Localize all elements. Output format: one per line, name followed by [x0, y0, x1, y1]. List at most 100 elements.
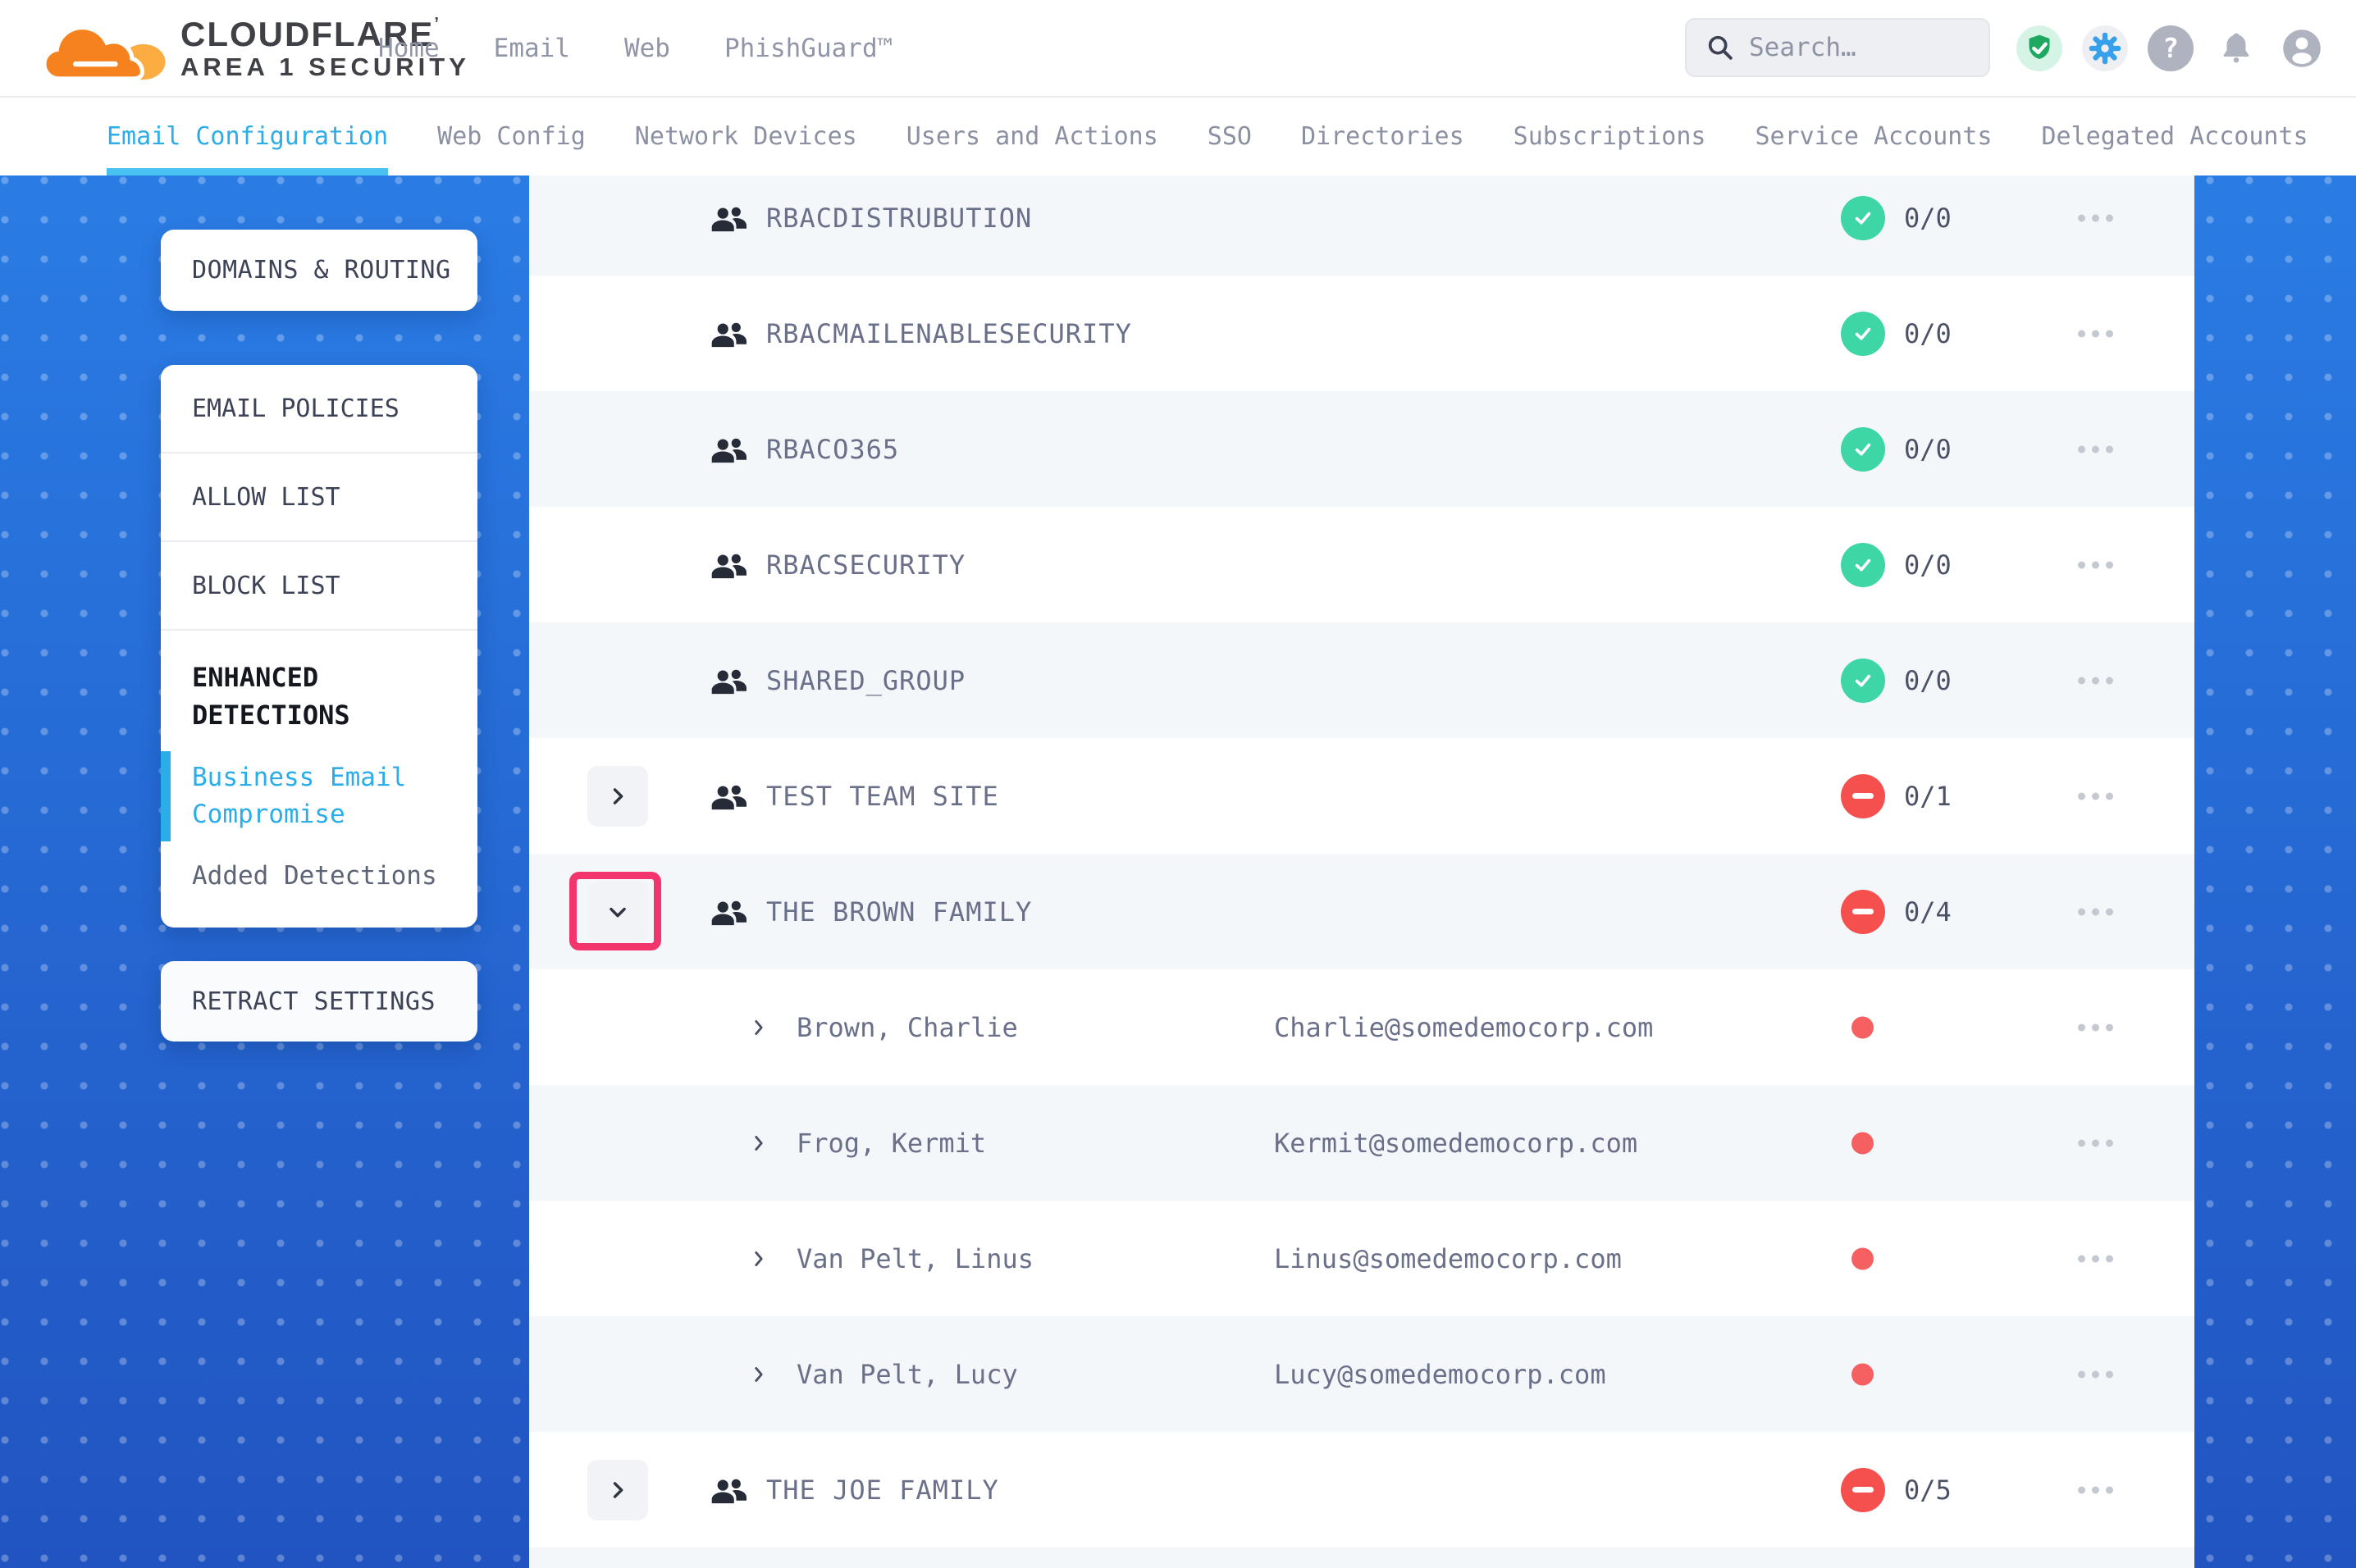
- status-badge: [1841, 427, 1885, 472]
- tab-subscriptions[interactable]: Subscriptions: [1514, 98, 1706, 175]
- bell-icon[interactable]: [2213, 25, 2259, 71]
- help-icon[interactable]: ?: [2148, 25, 2194, 71]
- status-badge: [1841, 543, 1885, 587]
- group-name: RBACMAILENABLESECURITY: [766, 318, 1132, 349]
- sidebar-item-retract-settings[interactable]: RETRACT SETTINGS: [161, 961, 477, 1042]
- table-row-group[interactable]: RBACSECURITY 0/0: [529, 507, 2194, 622]
- member-name: Brown, Charlie: [797, 1012, 1018, 1043]
- group-name: RBACDISTRUBUTION: [766, 203, 1032, 234]
- row-menu-button[interactable]: [2070, 1478, 2121, 1502]
- row-menu-button[interactable]: [2070, 668, 2121, 692]
- table-row-member[interactable]: Van Pelt, Lucy Lucy@somedemocorp.com: [529, 1316, 2194, 1432]
- member-count: 0/0: [1904, 665, 1952, 696]
- tab-service-accounts[interactable]: Service Accounts: [1755, 98, 1992, 175]
- chevron-right-icon[interactable]: [748, 1364, 769, 1385]
- group-name: TEST TEAM SITE: [766, 781, 999, 812]
- group-people-icon: [710, 320, 747, 348]
- row-menu-button[interactable]: [2070, 437, 2121, 461]
- group-name: SHARED_GROUP: [766, 665, 966, 696]
- table-row-group[interactable]: RBACO365 0/0: [529, 391, 2194, 507]
- group-name: THE JOE FAMILY: [766, 1475, 999, 1506]
- tab-web-config[interactable]: Web Config: [437, 98, 586, 175]
- row-menu-button[interactable]: [2070, 1247, 2121, 1270]
- row-menu-button[interactable]: [2070, 900, 2121, 923]
- member-count: 0/5: [1904, 1475, 1952, 1506]
- tab-users-and-actions[interactable]: Users and Actions: [906, 98, 1158, 175]
- minus-icon: [1852, 793, 1874, 799]
- user-avatar-icon[interactable]: [2279, 25, 2325, 71]
- search-input[interactable]: [1749, 33, 1988, 62]
- table-row-group[interactable]: RBACMAILENABLESECURITY 0/0: [529, 276, 2194, 391]
- sidebar-item-block-list[interactable]: BLOCK LIST: [161, 542, 477, 631]
- tab-sso[interactable]: SSO: [1208, 98, 1252, 175]
- sidebar-item-allow-list[interactable]: ALLOW LIST: [161, 454, 477, 542]
- row-menu-button[interactable]: [2070, 553, 2121, 577]
- tab-directories[interactable]: Directories: [1301, 98, 1464, 175]
- flag-dot: [1851, 1132, 1874, 1154]
- member-count: 0/0: [1904, 549, 1952, 581]
- primary-nav-link[interactable]: PhishGuard™: [724, 34, 893, 63]
- enhanced-detections-header: ENHANCED DETECTIONS: [192, 659, 446, 735]
- chevron-right-icon: [605, 784, 630, 809]
- status-badge: [1841, 890, 1885, 934]
- tab-network-devices[interactable]: Network Devices: [635, 98, 857, 175]
- member-count: 0/0: [1904, 203, 1952, 234]
- primary-nav-link[interactable]: Email: [494, 34, 570, 63]
- groups-table: RBACDISTRUBUTION 0/0 RBACMAILENABLESECUR…: [529, 175, 2194, 1547]
- row-menu-button[interactable]: [2070, 1362, 2121, 1386]
- primary-nav-link[interactable]: Home: [378, 34, 440, 63]
- check-icon: [1850, 668, 1876, 694]
- member-count: 0/0: [1904, 434, 1952, 465]
- status-badge: [1841, 312, 1885, 356]
- sidebar-item-added-detections[interactable]: Added Detections: [192, 858, 446, 895]
- primary-nav-link[interactable]: Web: [624, 34, 670, 63]
- table-row-member[interactable]: Brown, Charlie Charlie@somedemocorp.com: [529, 969, 2194, 1085]
- flag-dot: [1851, 1247, 1874, 1269]
- group-name: RBACSECURITY: [766, 549, 966, 581]
- member-email: Linus@somedemocorp.com: [1274, 1243, 1622, 1274]
- table-row-member[interactable]: Frog, Kermit Kermit@somedemocorp.com: [529, 1085, 2194, 1201]
- row-menu-button[interactable]: [2070, 1131, 2121, 1155]
- chevron-right-icon[interactable]: [748, 1133, 769, 1154]
- check-icon: [1850, 436, 1876, 463]
- expand-toggle-button[interactable]: [587, 766, 648, 827]
- table-row-group[interactable]: SHARED_GROUP 0/0: [529, 622, 2194, 738]
- content-area: DOMAINS & ROUTING EMAIL POLICIESALLOW LI…: [0, 175, 2356, 1568]
- table-row-member[interactable]: Van Pelt, Linus Linus@somedemocorp.com: [529, 1201, 2194, 1316]
- row-menu-button[interactable]: [2070, 784, 2121, 808]
- search-box[interactable]: [1685, 18, 1990, 77]
- chevron-right-icon[interactable]: [748, 1017, 769, 1038]
- shield-check-icon[interactable]: [2016, 25, 2062, 71]
- table-row-group[interactable]: THE BROWN FAMILY 0/4: [529, 854, 2194, 969]
- check-icon: [1850, 552, 1876, 578]
- table-row-group[interactable]: TEST TEAM SITE 0/1: [529, 738, 2194, 854]
- minus-icon: [1852, 909, 1874, 914]
- row-menu-button[interactable]: [2070, 1015, 2121, 1039]
- check-icon: [1850, 321, 1876, 347]
- section-tabs: Email Configuration Web Config Network Dev…: [0, 96, 2356, 175]
- group-name: RBACO365: [766, 434, 899, 465]
- expand-toggle-button[interactable]: [587, 1460, 648, 1520]
- sidebar-item-domains-routing[interactable]: DOMAINS & ROUTING: [161, 230, 477, 311]
- sidebar-label: RETRACT SETTINGS: [192, 987, 436, 1016]
- sidebar-item-business-email-compromise[interactable]: Business Email Compromise: [192, 759, 446, 833]
- row-menu-button[interactable]: [2070, 321, 2121, 345]
- minus-icon: [1852, 1487, 1874, 1493]
- member-email: Lucy@somedemocorp.com: [1274, 1359, 1606, 1390]
- table-row-group[interactable]: THE JOE FAMILY 0/5: [529, 1432, 2194, 1547]
- tab-email-configuration[interactable]: Email Configuration: [107, 98, 388, 175]
- table-row-group[interactable]: RBACDISTRUBUTION 0/0: [529, 175, 2194, 276]
- row-menu-button[interactable]: [2070, 206, 2121, 230]
- primary-nav: Home Email Web PhishGuard™: [378, 0, 893, 96]
- chevron-right-icon[interactable]: [748, 1248, 769, 1269]
- tab-delegated-accounts[interactable]: Delegated Accounts: [2041, 98, 2308, 175]
- sidebar-item-email-policies[interactable]: EMAIL POLICIES: [161, 365, 477, 454]
- cloudflare-cloud-icon: [44, 13, 167, 84]
- gear-icon[interactable]: [2082, 25, 2128, 71]
- status-badge: [1841, 1468, 1885, 1512]
- member-count: 0/4: [1904, 896, 1952, 928]
- group-people-icon: [710, 435, 747, 463]
- sidebar-label: DOMAINS & ROUTING: [192, 256, 451, 285]
- check-icon: [1850, 205, 1876, 231]
- flag-dot: [1851, 1016, 1874, 1038]
